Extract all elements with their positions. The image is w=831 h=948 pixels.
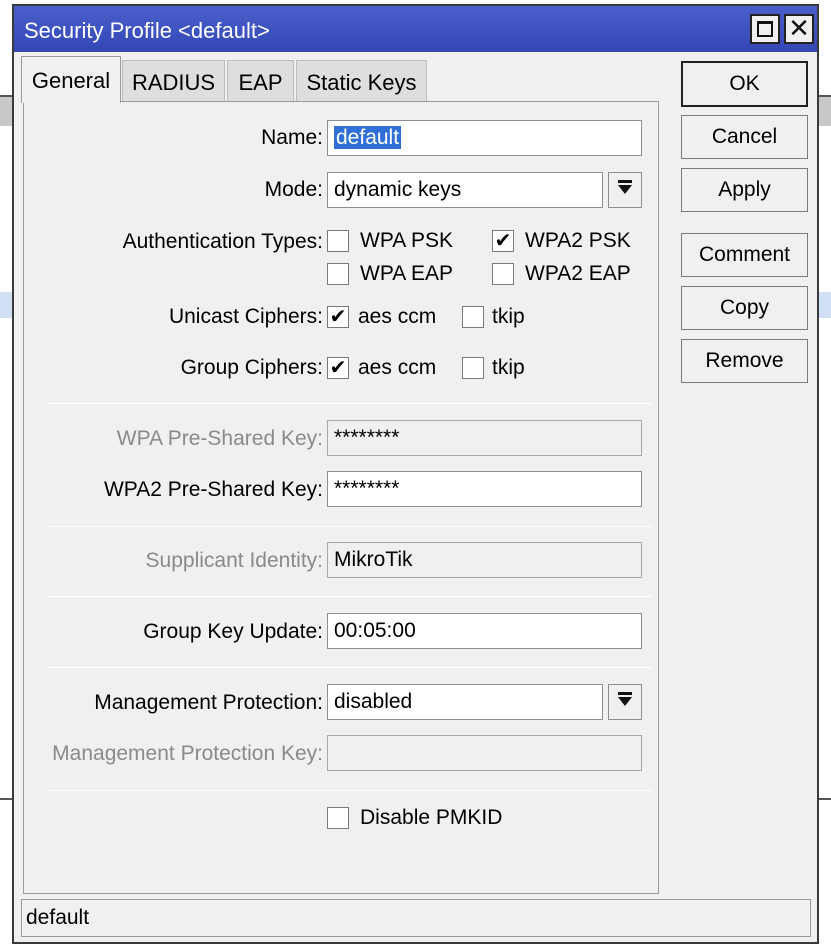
status-bar: default xyxy=(21,899,811,937)
supplicant-identity-value: MikroTik xyxy=(334,548,413,571)
wpa2-eap-checkbox[interactable] xyxy=(492,263,514,285)
disable-pmkid-label: Disable PMKID xyxy=(360,806,503,829)
general-tab-panel: Name: default Mode: dynamic keys Authent… xyxy=(23,101,659,894)
unicast-aes-ccm-label: aes ccm xyxy=(358,305,437,328)
cancel-button-label: Cancel xyxy=(711,125,778,148)
check-icon: ✔ xyxy=(329,306,347,328)
management-protection-label: Management Protection: xyxy=(94,691,323,714)
group-key-update-input[interactable]: 00:05:00 xyxy=(327,613,642,649)
group-key-update-value: 00:05:00 xyxy=(334,619,416,642)
unicast-ciphers-label: Unicast Ciphers: xyxy=(168,305,323,328)
tab-radius-label: RADIUS xyxy=(131,70,216,95)
tab-static-keys-label: Static Keys xyxy=(306,70,417,95)
wpa-psk-checkbox[interactable] xyxy=(327,230,349,252)
apply-button[interactable]: Apply xyxy=(681,168,808,212)
name-input-value: default xyxy=(334,126,402,149)
wpa-eap-checkbox[interactable] xyxy=(327,263,349,285)
remove-button[interactable]: Remove xyxy=(681,339,808,383)
mode-dropdown-button[interactable] xyxy=(608,172,642,208)
apply-button-label: Apply xyxy=(718,178,771,201)
title-bar[interactable]: Security Profile <default> ✕ xyxy=(14,6,817,52)
ok-button-label: OK xyxy=(729,72,760,95)
wpa2-psk-checkbox[interactable]: ✔ xyxy=(492,230,514,252)
mode-select[interactable]: dynamic keys xyxy=(327,172,603,208)
dropdown-bar-icon xyxy=(618,692,632,695)
management-protection-key-input[interactable] xyxy=(327,735,642,771)
separator xyxy=(48,667,652,668)
chevron-down-icon xyxy=(618,697,632,706)
name-label: Name: xyxy=(261,126,323,149)
separator xyxy=(48,596,652,597)
wpa-psk-key-input[interactable]: ******** xyxy=(327,420,642,456)
check-icon: ✔ xyxy=(329,357,347,379)
maximize-icon xyxy=(757,21,773,37)
comment-button[interactable]: Comment xyxy=(681,233,808,277)
mode-select-value: dynamic keys xyxy=(334,178,462,201)
wpa2-eap-label: WPA2 EAP xyxy=(525,262,631,285)
ok-button[interactable]: OK xyxy=(681,61,808,107)
unicast-tkip-checkbox[interactable] xyxy=(462,306,484,328)
management-protection-value: disabled xyxy=(334,690,413,713)
group-key-update-label: Group Key Update: xyxy=(143,620,323,643)
wpa2-psk-key-input[interactable]: ******** xyxy=(327,471,642,507)
group-aes-ccm-label: aes ccm xyxy=(358,356,437,379)
separator xyxy=(48,526,652,527)
comment-button-label: Comment xyxy=(698,243,791,266)
status-text: default xyxy=(26,906,90,929)
background-app-row-right xyxy=(819,292,831,318)
background-app-strip-right xyxy=(819,96,831,126)
group-tkip-label: tkip xyxy=(492,356,525,379)
management-protection-key-label: Management Protection Key: xyxy=(52,742,323,765)
disable-pmkid-checkbox[interactable] xyxy=(327,807,349,829)
cancel-button[interactable]: Cancel xyxy=(681,115,808,159)
background-app-row-left xyxy=(0,292,12,318)
security-profile-window: Security Profile <default> ✕ General RAD… xyxy=(12,4,819,944)
close-button[interactable]: ✕ xyxy=(784,13,814,44)
wpa2-psk-key-label: WPA2 Pre-Shared Key: xyxy=(103,478,323,501)
tab-radius[interactable]: RADIUS xyxy=(122,60,225,102)
wpa2-psk-label: WPA2 PSK xyxy=(525,229,631,252)
tab-eap-label: EAP xyxy=(238,70,283,95)
check-icon: ✔ xyxy=(494,230,512,252)
background-app-strip-left xyxy=(0,96,12,126)
background-app-line-left-2 xyxy=(0,798,12,800)
background-app-line-left xyxy=(0,95,12,97)
wpa-eap-label: WPA EAP xyxy=(360,262,453,285)
remove-button-label: Remove xyxy=(705,349,784,372)
copy-button[interactable]: Copy xyxy=(681,286,808,330)
auth-types-label: Authentication Types: xyxy=(122,230,323,253)
chevron-down-icon xyxy=(618,185,632,194)
tab-general[interactable]: General xyxy=(21,56,121,103)
supplicant-identity-input[interactable]: MikroTik xyxy=(327,542,642,578)
unicast-tkip-label: tkip xyxy=(492,305,525,328)
management-protection-dropdown-button[interactable] xyxy=(608,684,642,720)
background-app-line-right xyxy=(819,95,831,97)
background-app-line-right-2 xyxy=(819,798,831,800)
mode-label: Mode: xyxy=(264,178,323,201)
group-tkip-checkbox[interactable] xyxy=(462,357,484,379)
management-protection-select[interactable]: disabled xyxy=(327,684,603,720)
dropdown-bar-icon xyxy=(618,180,632,183)
unicast-aes-ccm-checkbox[interactable]: ✔ xyxy=(327,306,349,328)
close-icon: ✕ xyxy=(788,13,810,43)
wpa2-psk-key-value: ******** xyxy=(334,477,400,500)
separator xyxy=(48,790,652,791)
separator xyxy=(48,403,652,404)
supplicant-identity-label: Supplicant Identity: xyxy=(145,549,323,572)
group-aes-ccm-checkbox[interactable]: ✔ xyxy=(327,357,349,379)
wpa-psk-key-label: WPA Pre-Shared Key: xyxy=(116,427,323,450)
wpa-psk-key-value: ******** xyxy=(334,426,400,449)
maximize-button[interactable] xyxy=(750,14,780,44)
window-title: Security Profile <default> xyxy=(24,18,270,43)
copy-button-label: Copy xyxy=(719,296,770,319)
wpa-psk-label: WPA PSK xyxy=(360,229,453,252)
tab-static-keys[interactable]: Static Keys xyxy=(296,60,427,102)
name-input[interactable]: default xyxy=(327,120,642,156)
group-ciphers-label: Group Ciphers: xyxy=(180,356,323,379)
tab-general-label: General xyxy=(31,68,111,93)
tab-eap[interactable]: EAP xyxy=(227,60,294,102)
